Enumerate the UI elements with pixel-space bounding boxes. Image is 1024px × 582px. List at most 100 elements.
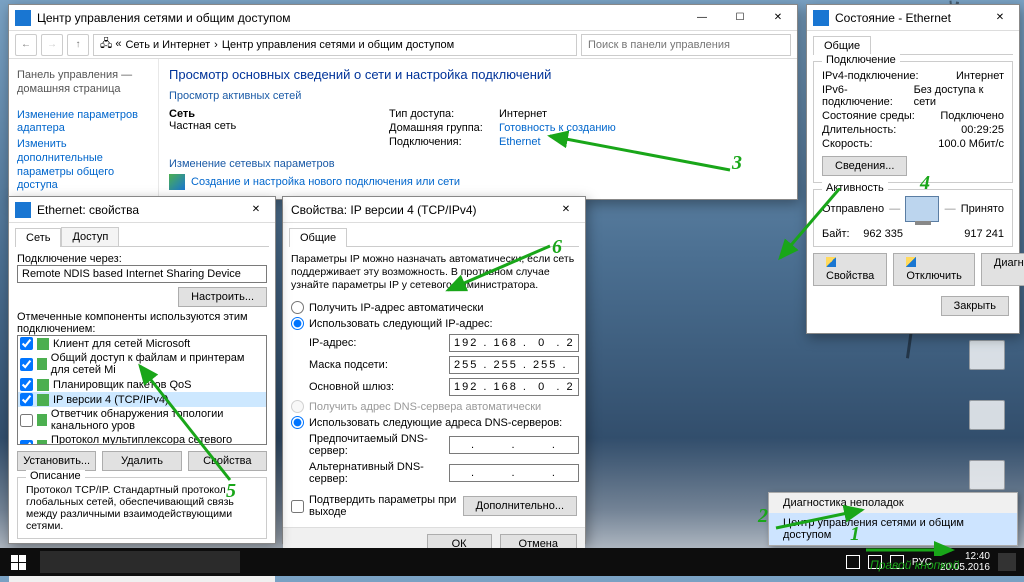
properties-button[interactable]: Свойства (813, 253, 887, 286)
radio-ip-auto[interactable]: Получить IP-адрес автоматически (291, 301, 577, 314)
network-type: Частная сеть (169, 120, 369, 132)
component-label: IP версии 4 (TCP/IPv4) (53, 394, 169, 406)
component-row[interactable]: Протокол мультиплексора сетевого адаптер… (18, 433, 266, 445)
annotation-5: 5 (226, 480, 236, 503)
window-icon (15, 10, 31, 26)
access-type-value: Интернет (499, 108, 616, 120)
nav-up-button[interactable]: ↑ (67, 34, 89, 56)
install-button[interactable]: Установить... (17, 451, 96, 471)
left-nav: Панель управления —домашняя страница Изм… (9, 59, 159, 199)
change-adapter-link[interactable]: Изменение параметров адаптера (17, 109, 150, 137)
validate-on-exit-checkbox[interactable]: Подтвердить параметры при выходе (291, 494, 463, 518)
taskbar-search[interactable] (40, 551, 240, 573)
group-title: Подключение (822, 54, 900, 66)
tab-general[interactable]: Общие (289, 228, 347, 247)
tab-network[interactable]: Сеть (15, 228, 61, 247)
dns2-field[interactable] (449, 464, 579, 482)
ethernet-link[interactable]: Ethernet (499, 136, 616, 148)
diagnose-button[interactable]: Диагностика (981, 253, 1024, 286)
connections-label: Подключения: (389, 136, 499, 148)
component-checkbox[interactable] (20, 337, 33, 350)
annotation-6: 6 (552, 236, 562, 259)
component-label: Общий доступ к файлам и принтерам для се… (51, 352, 264, 376)
control-panel-home[interactable]: Панель управления —домашняя страница (17, 69, 150, 97)
close-button[interactable]: ✕ (759, 5, 797, 31)
close-button[interactable]: ✕ (547, 197, 585, 223)
start-button[interactable] (0, 548, 36, 576)
annotation-3: 3 (732, 152, 742, 175)
component-row[interactable]: Планировщик пакетов QoS (18, 377, 266, 392)
component-icon (37, 440, 47, 445)
component-row[interactable]: Общий доступ к файлам и принтерам для се… (18, 351, 266, 377)
new-connection-wizard-link[interactable]: Создание и настройка нового подключения … (169, 174, 787, 190)
breadcrumb-nsc[interactable]: Центр управления сетями и общим доступом (222, 39, 454, 51)
component-checkbox[interactable] (20, 358, 33, 371)
component-row[interactable]: IP версии 4 (TCP/IPv4) (18, 392, 266, 407)
gateway-field[interactable] (449, 378, 579, 396)
tab-access[interactable]: Доступ (61, 227, 119, 246)
minimize-button[interactable]: — (683, 5, 721, 31)
uninstall-button[interactable]: Удалить (102, 451, 181, 471)
ctx-troubleshoot[interactable]: Диагностика неполадок (769, 493, 1017, 513)
advanced-button[interactable]: Дополнительно... (463, 496, 577, 516)
component-checkbox[interactable] (20, 414, 33, 427)
group-title: Активность (822, 182, 888, 194)
nav-back-button[interactable]: ← (15, 34, 37, 56)
close-bottom-button[interactable]: Закрыть (941, 296, 1009, 316)
tab-general[interactable]: Общие (813, 36, 871, 55)
item-properties-button[interactable]: Свойства (188, 451, 267, 471)
connect-via-label: Подключение через: (17, 253, 267, 265)
annotation-hint: Правой кнопкой (870, 558, 959, 572)
search-input[interactable] (581, 34, 791, 56)
window-title: Свойства: IP версии 4 (TCP/IPv4) (283, 203, 547, 217)
advanced-sharing-link[interactable]: Изменить дополнительныепараметры общего … (17, 138, 150, 193)
breadcrumb[interactable]: 🖧 « Сеть и Интернет› Центр управления се… (93, 34, 577, 56)
maximize-button[interactable]: ☐ (721, 5, 759, 31)
components-list[interactable]: Клиент для сетей Microsoft Общий доступ к… (17, 335, 267, 445)
nav-forward-button[interactable]: → (41, 34, 63, 56)
active-networks-label: Просмотр активных сетей (169, 90, 787, 102)
network-sharing-center-window: Центр управления сетями и общим доступом… (8, 4, 798, 200)
component-row[interactable]: Ответчик обнаружения топологии канальног… (18, 407, 266, 433)
component-checkbox[interactable] (20, 440, 33, 446)
subnet-mask-field[interactable] (449, 356, 579, 374)
disable-button[interactable]: Отключить (893, 253, 975, 286)
component-checkbox[interactable] (20, 393, 33, 406)
homegroup-link[interactable]: Готовность к созданию (499, 122, 616, 134)
ip-address-field[interactable] (449, 334, 579, 352)
access-type-label: Тип доступа: (389, 108, 499, 120)
components-label: Отмеченные компоненты используются этим … (17, 311, 267, 335)
configure-button[interactable]: Настроить... (178, 287, 267, 307)
homegroup-label: Домашняя группа: (389, 122, 499, 134)
network-name: Сеть (169, 108, 195, 120)
description-label: Описание (26, 470, 85, 482)
window-title: Состояние - Ethernet (835, 11, 981, 25)
breadcrumb-network[interactable]: Сеть и Интернет (125, 39, 210, 51)
component-label: Протокол мультиплексора сетевого адаптер… (51, 434, 264, 445)
action-center-icon[interactable] (998, 553, 1016, 571)
component-icon (37, 414, 47, 426)
close-button[interactable]: ✕ (981, 5, 1019, 31)
ipv4-properties-window: Свойства: IP версии 4 (TCP/IPv4) ✕ Общие… (282, 196, 586, 544)
component-row[interactable]: Клиент для сетей Microsoft (18, 336, 266, 351)
annotation-2: 2 (758, 505, 768, 528)
shield-icon (826, 257, 836, 267)
tray-up-icon[interactable] (846, 555, 860, 569)
annotation-1: 1 (850, 523, 860, 546)
window-icon (15, 202, 31, 218)
window-title: Ethernet: свойства (37, 203, 237, 217)
change-settings-label: Изменение сетевых параметров (169, 158, 787, 170)
component-label: Клиент для сетей Microsoft (53, 338, 190, 350)
dns1-field[interactable] (449, 436, 579, 454)
component-checkbox[interactable] (20, 378, 33, 391)
close-button[interactable]: ✕ (237, 197, 275, 223)
radio-ip-manual[interactable]: Использовать следующий IP-адрес: (291, 317, 577, 330)
intro-text: Параметры IP можно назначать автоматичес… (291, 253, 577, 292)
window-title: Центр управления сетями и общим доступом (37, 11, 683, 25)
ctx-open-network-center[interactable]: Центр управления сетями и общим доступом (769, 513, 1017, 545)
radio-dns-manual[interactable]: Использовать следующие адреса DNS-сервер… (291, 416, 577, 429)
component-label: Планировщик пакетов QoS (53, 379, 192, 391)
details-button[interactable]: Сведения... (822, 156, 907, 176)
windows-icon (11, 555, 26, 570)
bytes-received: 917 241 (964, 228, 1004, 240)
